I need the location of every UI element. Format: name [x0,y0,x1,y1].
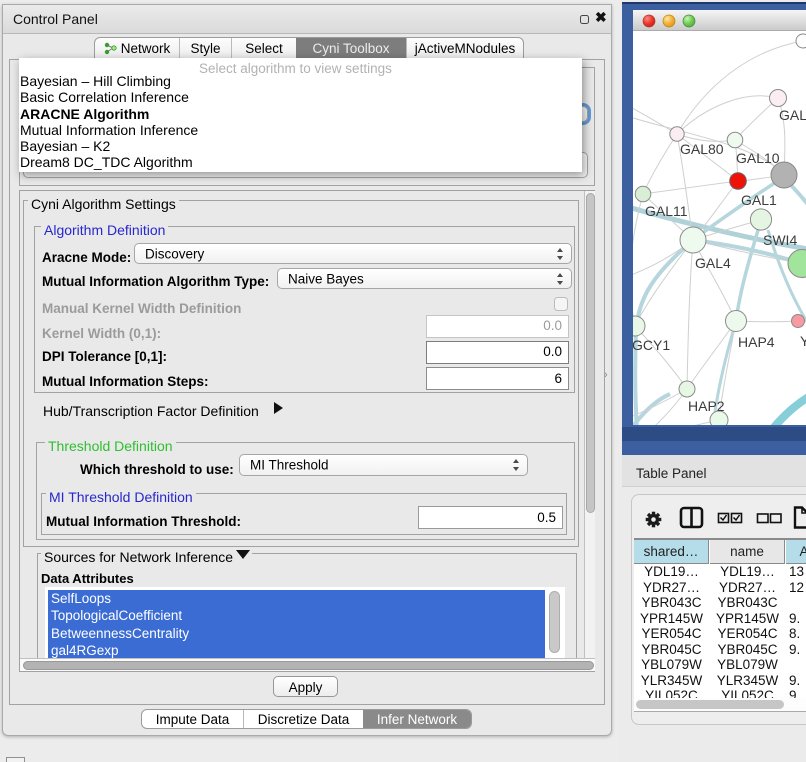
svg-text:SWI4: SWI4 [763,232,797,248]
svg-text:GAL1: GAL1 [741,192,777,208]
svg-text:GAL11: GAL11 [645,203,688,219]
svg-text:GAL4: GAL4 [695,255,731,271]
svg-text:Y: Y [800,333,806,349]
svg-text:HAP4: HAP4 [738,334,775,350]
svg-text:GAL2: GAL2 [779,107,806,123]
svg-text:GAL10: GAL10 [736,150,780,166]
svg-text:GCY1: GCY1 [632,337,670,353]
svg-text:GAL80: GAL80 [680,141,724,157]
svg-text:HAP2: HAP2 [688,398,725,414]
